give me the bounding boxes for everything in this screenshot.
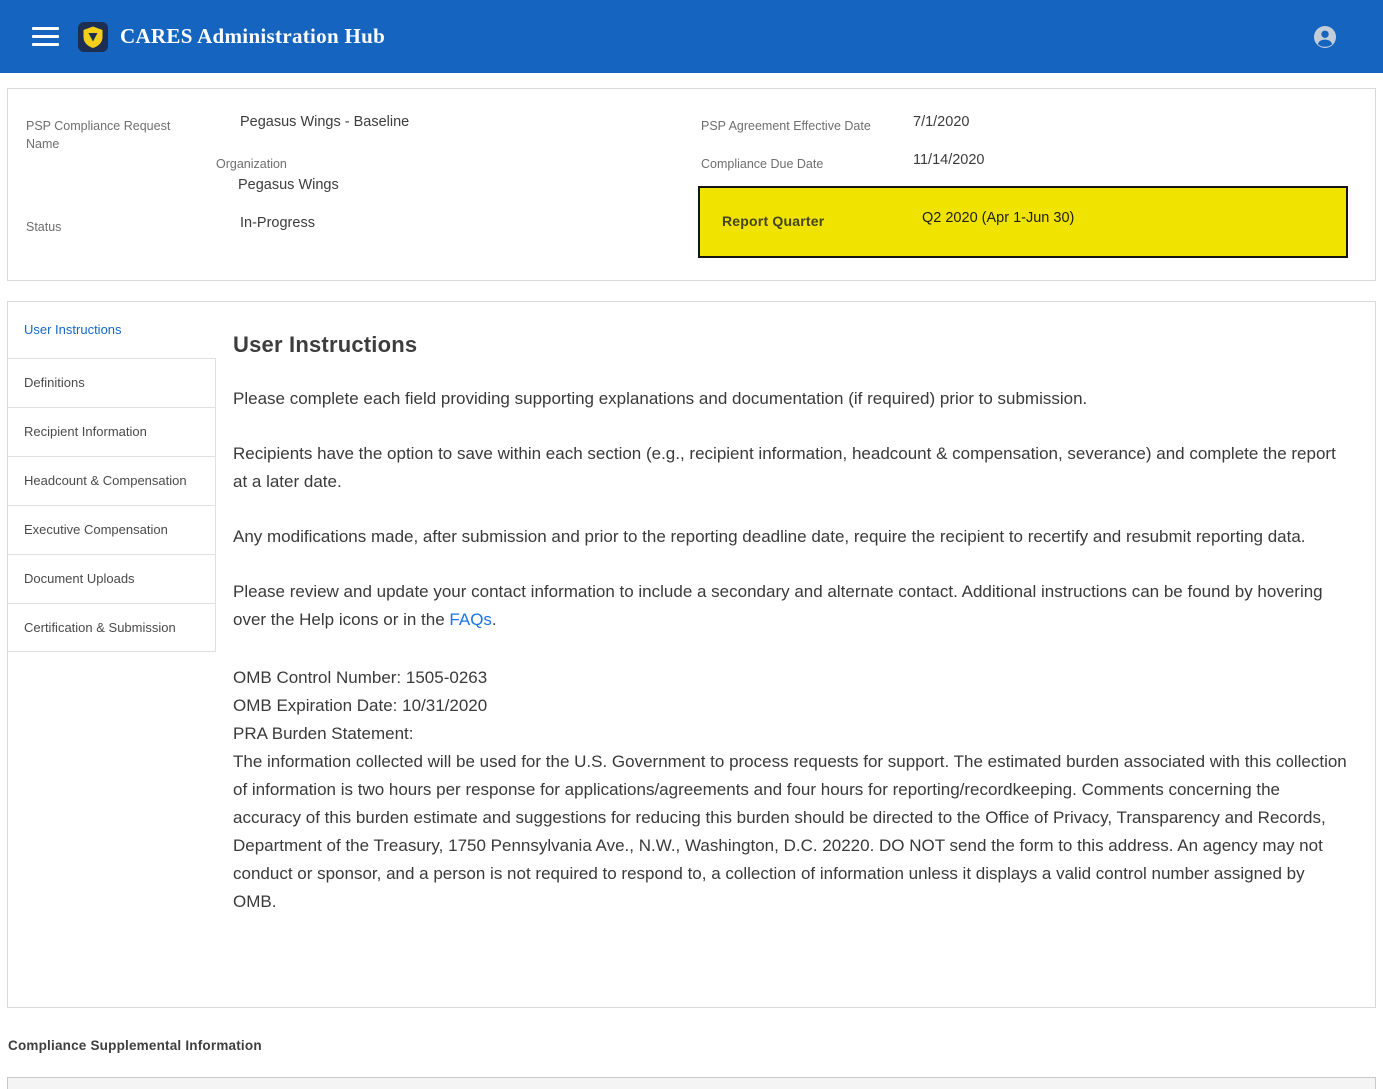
organization-label: Organization bbox=[216, 155, 287, 173]
tab-recipient-information[interactable]: Recipient Information bbox=[8, 407, 216, 456]
report-sections-card: User Instructions Definitions Recipient … bbox=[7, 301, 1376, 1008]
tab-executive-compensation[interactable]: Executive Compensation bbox=[8, 505, 216, 554]
tab-document-uploads[interactable]: Document Uploads bbox=[8, 554, 216, 603]
pra-burden-statement: The information collected will be used f… bbox=[233, 748, 1347, 916]
due-date-value: 11/14/2020 bbox=[913, 151, 985, 169]
app-title: CARES Administration Hub bbox=[120, 24, 385, 49]
supplemental-card-edge bbox=[7, 1077, 1376, 1089]
instruction-paragraph: Please complete each field providing sup… bbox=[233, 385, 1347, 413]
faqs-link[interactable]: FAQs bbox=[449, 610, 492, 629]
request-name-label: PSP Compliance Request Name bbox=[26, 117, 181, 153]
omb-statement-block: OMB Control Number: 1505-0263 OMB Expira… bbox=[233, 664, 1347, 916]
status-value: In-Progress bbox=[240, 214, 315, 232]
instruction-paragraph: Any modifications made, after submission… bbox=[233, 523, 1347, 551]
omb-expiration-date: OMB Expiration Date: 10/31/2020 bbox=[233, 692, 1347, 720]
tab-headcount-compensation[interactable]: Headcount & Compensation bbox=[8, 456, 216, 505]
instruction-paragraph: Recipients have the option to save withi… bbox=[233, 440, 1347, 496]
instruction-paragraph-contact: Please review and update your contact in… bbox=[233, 578, 1347, 634]
compliance-supplemental-heading: Compliance Supplemental Information bbox=[8, 1038, 1383, 1053]
due-date-label: Compliance Due Date bbox=[701, 155, 823, 173]
tab-definitions[interactable]: Definitions bbox=[8, 358, 216, 407]
pra-burden-heading: PRA Burden Statement: bbox=[233, 720, 1347, 748]
section-tab-list: User Instructions Definitions Recipient … bbox=[8, 302, 216, 652]
report-quarter-label: Report Quarter bbox=[722, 213, 824, 229]
user-avatar-icon[interactable] bbox=[1313, 25, 1337, 49]
effective-date-value: 7/1/2020 bbox=[913, 113, 969, 131]
contact-text-end: . bbox=[492, 610, 497, 629]
report-quarter-highlight: Report Quarter Q2 2020 (Apr 1-Jun 30) bbox=[698, 186, 1348, 258]
hamburger-menu-icon[interactable] bbox=[32, 27, 59, 46]
compliance-summary-card: PSP Compliance Request Name Pegasus Wing… bbox=[7, 88, 1376, 281]
tab-certification-submission[interactable]: Certification & Submission bbox=[8, 603, 216, 652]
report-quarter-value: Q2 2020 (Apr 1-Jun 30) bbox=[922, 210, 1074, 226]
tab-panel-user-instructions: User Instructions Please complete each f… bbox=[216, 302, 1375, 916]
cares-shield-logo bbox=[78, 22, 108, 52]
contact-text: Please review and update your contact in… bbox=[233, 582, 1323, 629]
tab-user-instructions[interactable]: User Instructions bbox=[8, 302, 216, 358]
request-name-value: Pegasus Wings - Baseline bbox=[240, 113, 409, 131]
organization-value: Pegasus Wings bbox=[238, 176, 339, 194]
effective-date-label: PSP Agreement Effective Date bbox=[701, 117, 871, 135]
omb-control-number: OMB Control Number: 1505-0263 bbox=[233, 664, 1347, 692]
status-label: Status bbox=[26, 218, 61, 236]
page-title: User Instructions bbox=[233, 332, 1347, 358]
top-app-bar: CARES Administration Hub bbox=[0, 0, 1383, 73]
